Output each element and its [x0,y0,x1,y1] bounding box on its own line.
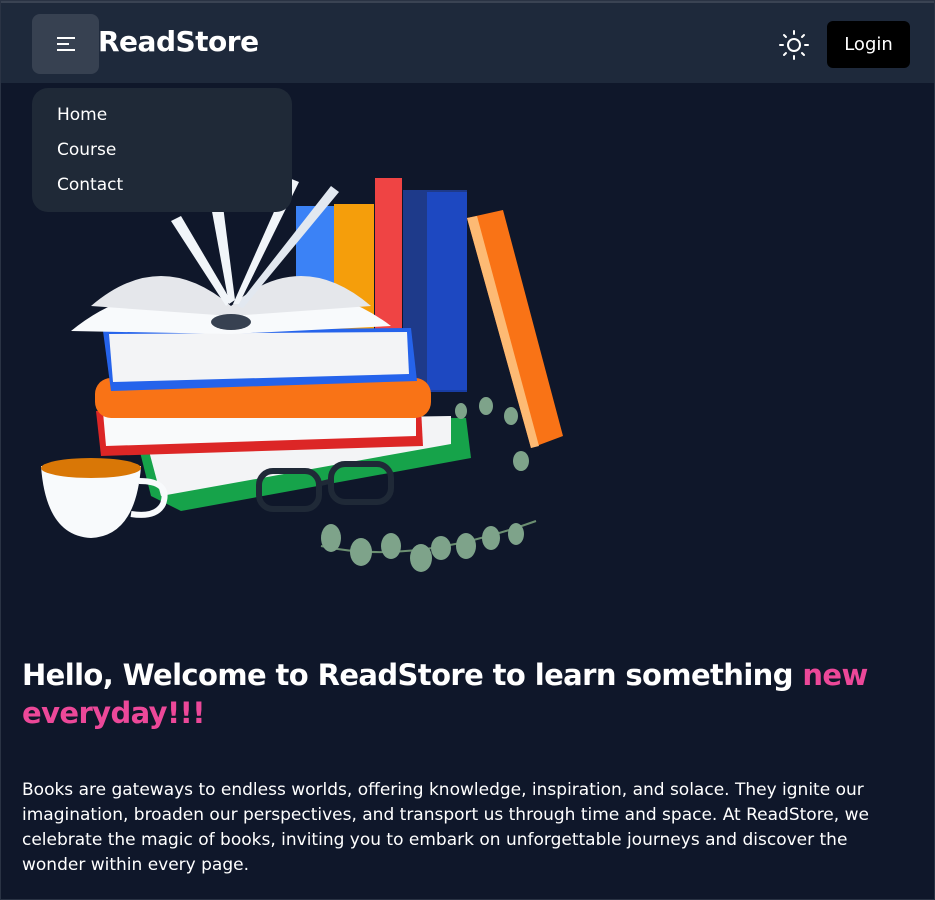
menu-item-contact[interactable]: Contact [57,174,292,209]
hero-headline: Hello, Welcome to ReadStore to learn som… [22,656,902,732]
menu-item-course[interactable]: Course [57,139,292,174]
login-button[interactable]: Login [827,21,910,68]
menu-toggle-button[interactable] [32,14,99,74]
hero-books-illustration [41,178,563,572]
hamburger-icon [56,37,75,51]
hero-headline-text: Hello, Welcome to ReadStore to learn som… [22,658,803,692]
navbar: ReadStore Login [1,1,934,83]
nav-dropdown-menu: Home Course Contact [32,88,292,212]
brand-logo[interactable]: ReadStore [98,25,259,58]
menu-item-home[interactable]: Home [57,104,292,139]
theme-toggle[interactable] [778,29,810,61]
hero-description: Books are gateways to endless worlds, of… [22,780,869,875]
sun-icon [779,30,809,60]
